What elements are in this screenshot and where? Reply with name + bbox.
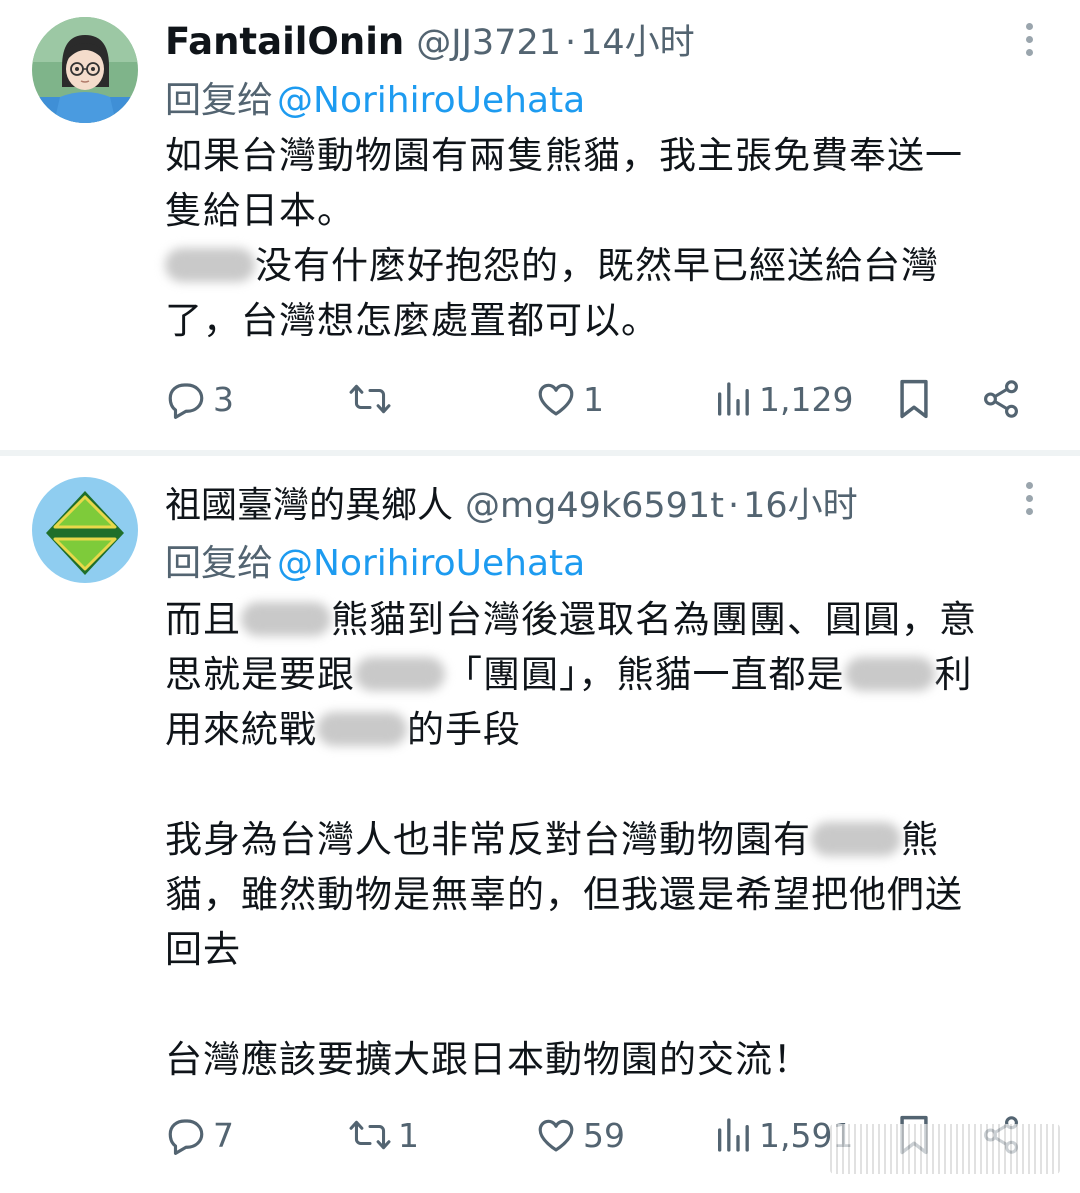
reply-button[interactable]: 7 [165,1110,234,1160]
tweet-line: 我身為台灣人也非常反對台灣動物園有熊 [165,818,939,861]
share-icon [984,380,1018,418]
separator: · [727,486,740,526]
censored-text [317,712,407,746]
tweet-line: 隻給日本。 [165,189,355,232]
like-icon [538,1119,574,1152]
censored-text [844,657,935,691]
reply-mention[interactable]: @NorihiroUehata [277,543,585,584]
tweet-text: 如果台灣動物園有兩隻熊貓，我主張免費奉送一 隻給日本。 没有什麼好抱怨的，既然早… [165,128,1055,348]
reply-count: 3 [213,379,234,419]
bookmark-icon [900,379,928,419]
reply-button[interactable]: 3 [165,374,234,424]
like-button[interactable]: 1 [535,374,604,424]
tweet-line: 回去 [165,928,241,971]
avatar-image [32,17,138,123]
reply-context: 回复给 @NorihiroUehata [165,534,585,586]
more-icon[interactable] [1026,482,1034,515]
like-count: 59 [583,1115,625,1155]
avatar[interactable] [32,477,138,583]
timestamp[interactable]: 16小时 [743,477,858,528]
user-handle[interactable]: @mg49k6591t [465,486,724,526]
reply-mention[interactable]: @NorihiroUehata [277,80,585,121]
tweet-line: 而且 熊貓到台灣後還取名為團團、圓圓，意 [165,598,977,641]
retweet-button[interactable] [348,374,398,424]
tweet-line: 如果台灣動物園有兩隻熊貓，我主張免費奉送一 [165,134,963,177]
bookmark-button[interactable] [895,374,933,424]
censored-text [165,248,255,282]
display-name[interactable]: FantailOnin [165,20,404,63]
views-icon [718,382,749,416]
tweet-line: 台灣應該要擴大跟日本動物園的交流！ [165,1038,811,1081]
tweet[interactable]: 祖國臺灣的異鄉人 @mg49k6591t · 16小时 回复给 @Norihiro… [0,456,1080,1193]
view-count: 1,129 [759,379,854,419]
display-name[interactable]: 祖國臺灣的異鄉人 [165,476,453,528]
like-button[interactable]: 59 [535,1110,625,1160]
tweet-text: 而且 熊貓到台灣後還取名為團團、圓圓，意 思就是要跟 「團圓」，熊貓一直都是利 用來… [165,592,1055,1087]
tweet-line: 貓，雖然動物是無辜的，但我還是希望把他們送 [165,873,963,916]
reply-prefix: 回复给 [165,80,274,121]
views-icon [718,1118,749,1152]
separator: · [564,23,577,63]
tweet-line: 了，台灣想怎麼處置都可以。 [165,299,659,342]
reply-context: 回复给 @NorihiroUehata [165,71,585,123]
tweet-header: FantailOnin @JJ3721 · 14小时 [165,14,695,64]
watermark [830,1124,1060,1174]
retweet-icon [349,1120,391,1150]
action-bar: 3 1 1,129 [165,374,1035,424]
like-count: 1 [583,379,604,419]
tweet-header: 祖國臺灣的異鄉人 @mg49k6591t · 16小时 [165,476,858,526]
retweet-button[interactable]: 1 [348,1110,419,1160]
views-button[interactable]: 1,129 [713,374,853,424]
avatar-image [32,477,138,583]
reply-icon [168,1119,204,1155]
censored-text [355,657,445,691]
tweet-line: 思就是要跟 「團圓」，熊貓一直都是利 [165,653,973,696]
retweet-icon [349,384,391,414]
share-button[interactable] [980,374,1022,424]
like-icon [538,383,574,416]
reply-icon [168,383,204,419]
censored-text [241,602,331,636]
censored-text [811,822,901,856]
reply-count: 7 [213,1115,234,1155]
more-icon[interactable] [1026,23,1034,56]
tweet[interactable]: FantailOnin @JJ3721 · 14小时 回复给 @NorihiroU… [0,0,1080,450]
avatar[interactable] [32,17,138,123]
timestamp[interactable]: 14小时 [580,14,695,65]
retweet-count: 1 [398,1115,419,1155]
user-handle[interactable]: @JJ3721 [416,23,561,63]
reply-prefix: 回复给 [165,543,274,584]
tweet-line: 没有什麼好抱怨的，既然早已經送給台灣 [165,238,1055,293]
tweet-line: 用來統戰 的手段 [165,708,521,751]
